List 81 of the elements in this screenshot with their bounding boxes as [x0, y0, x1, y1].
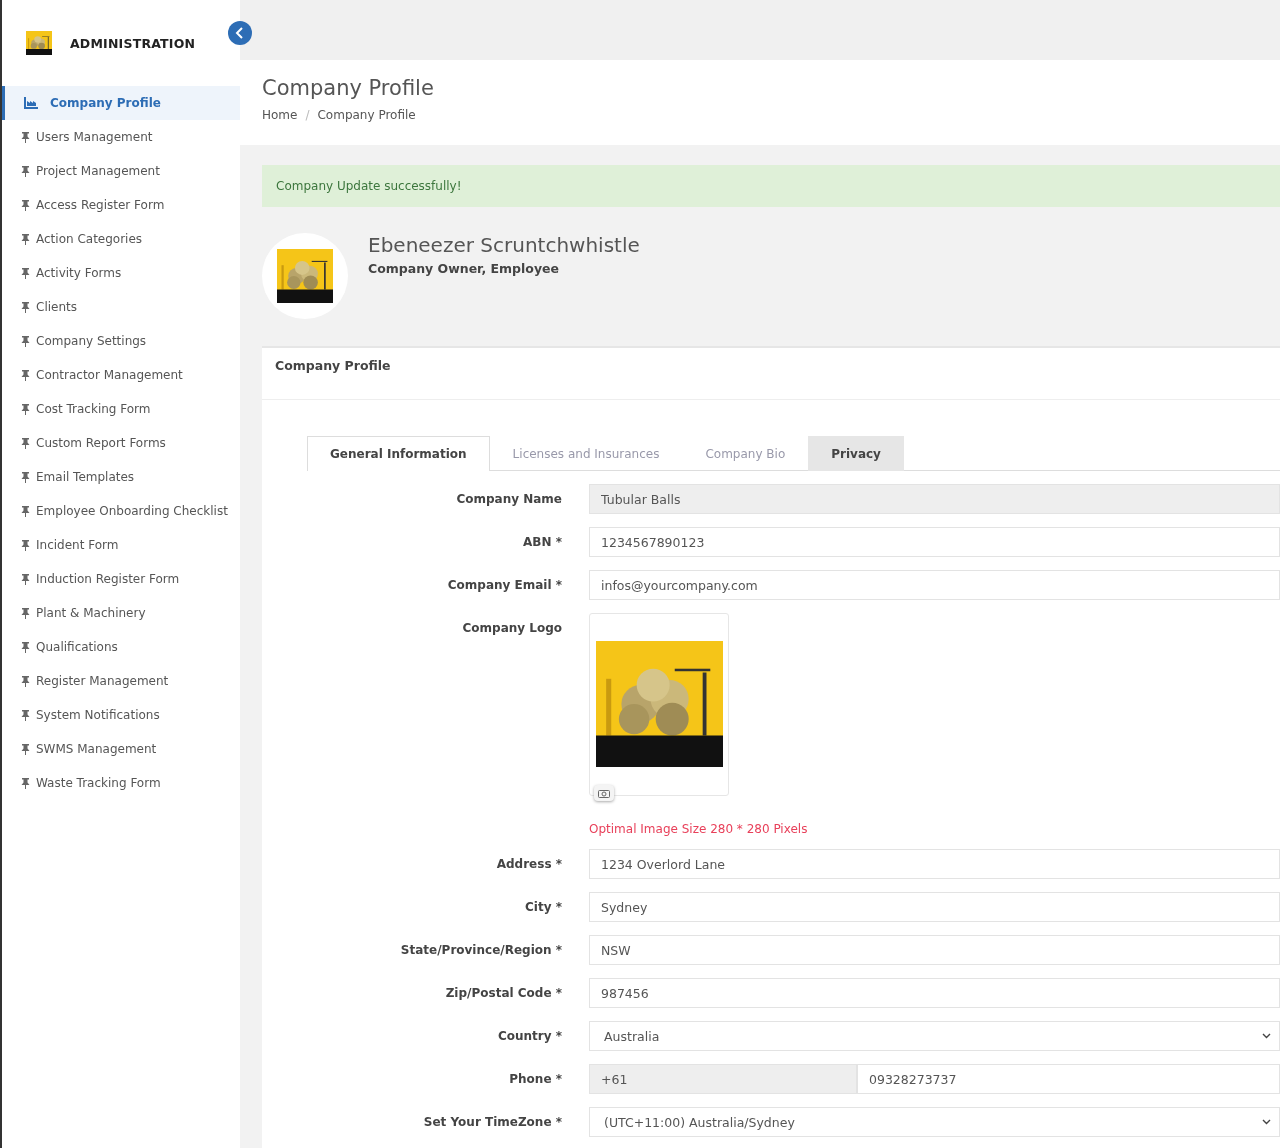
pin-icon	[21, 233, 30, 245]
sidebar-item[interactable]: Employee Onboarding Checklist	[2, 494, 240, 528]
text-field[interactable]: 1234 Overlord Lane	[589, 849, 1280, 879]
sidebar-item[interactable]: Action Categories	[2, 222, 240, 256]
sidebar-item[interactable]: Incident Form	[2, 528, 240, 562]
pin-icon	[21, 437, 30, 449]
pin-icon	[21, 165, 30, 177]
pin-icon	[21, 641, 30, 653]
sidebar-item[interactable]: Custom Report Forms	[2, 426, 240, 460]
collapse-button[interactable]	[228, 21, 252, 45]
sidebar-item[interactable]: Activity Forms	[2, 256, 240, 290]
profile-name: Ebeneezer Scruntchwhistle	[368, 233, 640, 257]
breadcrumb-item[interactable]: Home	[262, 108, 298, 122]
sidebar-item[interactable]: SWMS Management	[2, 732, 240, 766]
field-label: Company Email *	[446, 577, 562, 594]
pin-icon	[21, 471, 30, 483]
select-field[interactable]: (UTC+11:00) Australia/Sydney	[589, 1107, 1280, 1137]
chevron-icon	[1262, 1119, 1271, 1125]
sidebar-item[interactable]: Waste Tracking Form	[2, 766, 240, 800]
breadcrumb-item: Company Profile	[317, 108, 416, 122]
hint-text: Optimal Image Size 280 * 280 Pixels	[589, 822, 808, 836]
sidebar-title: ADMINISTRATION	[70, 35, 196, 51]
tab[interactable]: Privacy	[808, 436, 904, 471]
sidebar-item[interactable]: Cost Tracking Form	[2, 392, 240, 426]
field-label: Zip/Postal Code *	[444, 985, 562, 1002]
text-field[interactable]: 1234567890123	[589, 527, 1280, 557]
pin-icon	[21, 199, 30, 211]
pin-icon	[21, 267, 30, 279]
tab[interactable]: General Information	[307, 436, 490, 471]
camera-icon[interactable]	[594, 785, 614, 801]
pin-icon	[21, 743, 30, 755]
page-title: Company Profile	[262, 76, 435, 100]
pin-icon	[21, 131, 30, 143]
sidebar-item[interactable]: Access Register Form	[2, 188, 240, 222]
profile-roles: Company Owner, Employee	[368, 261, 561, 276]
pin-icon	[21, 709, 30, 721]
sidebar-item[interactable]: Company Settings	[2, 324, 240, 358]
pin-icon	[21, 607, 30, 619]
field-label: Company Name	[455, 491, 562, 508]
sidebar-item[interactable]: Users Management	[2, 120, 240, 154]
chevron-icon	[1262, 1033, 1271, 1039]
pin-icon	[21, 335, 30, 347]
phone-field[interactable]: 09328273737	[857, 1064, 1280, 1094]
sidebar-item[interactable]: Register Management	[2, 664, 240, 698]
select-field[interactable]: Australia	[589, 1021, 1280, 1051]
pin-icon	[21, 539, 30, 551]
sidebar-item[interactable]: Company Profile	[2, 86, 240, 120]
field-label: Address *	[495, 856, 562, 873]
text-field[interactable]: 987456	[589, 978, 1280, 1008]
pin-icon	[21, 369, 30, 381]
field-label: State/Province/Region *	[399, 942, 562, 959]
card-title: Company Profile	[262, 348, 1280, 400]
avatar-logo	[277, 249, 333, 303]
field-label: ABN *	[522, 534, 562, 551]
chevron-left-icon	[235, 27, 245, 39]
sidebar-item[interactable]: Contractor Management	[2, 358, 240, 392]
field-label: Phone *	[508, 1071, 562, 1088]
field-label: Set Your TimeZone *	[422, 1114, 562, 1131]
sidebar-item[interactable]: Induction Register Form	[2, 562, 240, 596]
sidebar-item[interactable]: Project Management	[2, 154, 240, 188]
factory-icon	[24, 97, 38, 109]
field-label: City *	[524, 899, 562, 916]
sidebar-item[interactable]: System Notifications	[2, 698, 240, 732]
pin-icon	[21, 505, 30, 517]
breadcrumb-separator: /	[305, 108, 310, 122]
pin-icon	[21, 777, 30, 789]
success-alert: Company Update successfully!	[262, 165, 1280, 207]
text-field[interactable]: NSW	[589, 935, 1280, 965]
pin-icon	[21, 573, 30, 585]
text-field[interactable]: infos@yourcompany.com	[589, 570, 1280, 600]
sidebar-item[interactable]: Email Templates	[2, 460, 240, 494]
pin-icon	[21, 403, 30, 415]
pin-icon	[21, 675, 30, 687]
sidebar-item[interactable]: Qualifications	[2, 630, 240, 664]
pin-icon	[21, 301, 30, 313]
sidebar-item[interactable]: Plant & Machinery	[2, 596, 240, 630]
brand-logo	[26, 31, 52, 55]
field-label: Country *	[496, 1028, 562, 1045]
text-field[interactable]: Sydney	[589, 892, 1280, 922]
sidebar-item[interactable]: Clients	[2, 290, 240, 324]
field-label: Company Logo	[461, 620, 562, 637]
